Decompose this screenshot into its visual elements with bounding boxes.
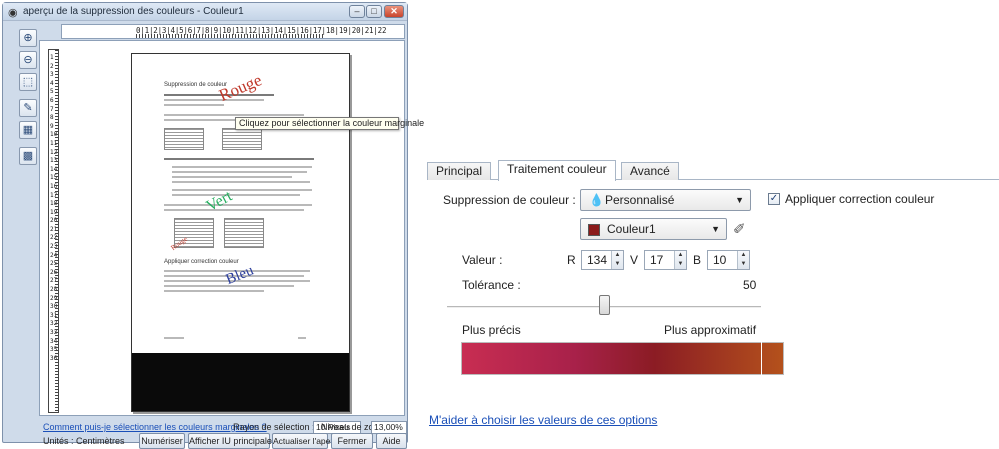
show-main-ui-button[interactable]: Afficher IU principale bbox=[188, 433, 272, 449]
zoom-in-icon[interactable]: ⊕ bbox=[19, 29, 37, 47]
ruler-top-ticks bbox=[136, 34, 324, 38]
preview-canvas[interactable]: 1 2 3 4 5 6 7 8 9 10 11 12 13 14 15 16 1… bbox=[39, 40, 405, 416]
chevron-down-icon: ▼ bbox=[711, 224, 720, 234]
watermark-vert: Vert bbox=[203, 187, 236, 216]
b-spinner[interactable]: 10 ▲ ▼ bbox=[707, 250, 750, 270]
color-removal-dropdown[interactable]: 💧 Personnalisé ▼ bbox=[580, 189, 751, 211]
text-line bbox=[172, 176, 292, 178]
close-button[interactable]: ✕ bbox=[384, 5, 404, 18]
drop-icon: 💧 bbox=[589, 193, 604, 207]
ruler-left: 1 2 3 4 5 6 7 8 9 10 11 12 13 14 15 16 1… bbox=[48, 49, 59, 413]
scan-button[interactable]: Numériser bbox=[139, 433, 185, 449]
tab-advanced[interactable]: Avancé bbox=[621, 162, 679, 180]
color-palette-icon[interactable]: ▩ bbox=[19, 147, 37, 165]
spinner-arrows-icon[interactable]: ▲ ▼ bbox=[737, 251, 749, 269]
color-select-dropdown[interactable]: Couleur1 ▼ bbox=[580, 218, 727, 240]
spinner-arrows-icon[interactable]: ▲ ▼ bbox=[611, 251, 623, 269]
tolerance-value: 50 bbox=[743, 278, 757, 292]
v-value: 17 bbox=[650, 253, 664, 267]
text-line bbox=[164, 114, 304, 116]
text-line bbox=[164, 104, 224, 106]
text-line bbox=[172, 189, 312, 191]
v-label: V bbox=[630, 253, 639, 267]
eye-icon: ◉ bbox=[8, 7, 18, 19]
watermark-rouge-small: Rouge bbox=[169, 234, 189, 252]
precise-label: Plus précis bbox=[462, 323, 521, 337]
screenshot-thumbnail bbox=[224, 218, 264, 248]
refresh-preview-button[interactable]: Actualiser l'aperçu bbox=[272, 433, 342, 449]
tab-color-processing[interactable]: Traitement couleur bbox=[498, 160, 616, 181]
help-button[interactable]: Aide bbox=[376, 433, 407, 449]
settings-panel: Principal Traitement couleur Avancé Supp… bbox=[427, 160, 999, 439]
zoom-fit-icon[interactable]: ⬚ bbox=[19, 73, 37, 91]
maximize-button[interactable]: □ bbox=[366, 5, 382, 18]
color-swatch bbox=[588, 224, 600, 236]
eyedropper-tool-icon[interactable]: ✎ bbox=[19, 99, 37, 117]
page-section-heading: Appliquer correction couleur bbox=[164, 259, 239, 265]
v-spinner[interactable]: 17 ▲ ▼ bbox=[644, 250, 687, 270]
text-line bbox=[172, 171, 307, 173]
apply-correction-label: Appliquer correction couleur bbox=[785, 192, 935, 206]
footer-line bbox=[298, 337, 306, 339]
window-title: aperçu de la suppression des couleurs - … bbox=[23, 6, 244, 17]
r-spinner[interactable]: 134 ▲ ▼ bbox=[581, 250, 624, 270]
text-line bbox=[164, 290, 264, 292]
document-page-preview[interactable]: Suppression de couleur Appliquer correct… bbox=[131, 53, 350, 412]
screenshot-thumbnail bbox=[222, 128, 262, 150]
r-label: R bbox=[567, 253, 576, 267]
tab-bar: Principal Traitement couleur Avancé bbox=[427, 160, 999, 181]
tolerance-label: Tolérance : bbox=[462, 278, 521, 292]
text-line bbox=[164, 158, 314, 160]
chevron-down-icon: ▼ bbox=[735, 195, 744, 205]
text-line bbox=[164, 99, 264, 101]
radius-label: Rayon de sélection : bbox=[233, 422, 315, 432]
apply-correction-checkbox[interactable]: ✓ bbox=[768, 193, 780, 205]
close-window-button[interactable]: Fermer bbox=[331, 433, 373, 449]
color-removal-value: Personnalisé bbox=[605, 193, 675, 207]
color-select-value: Couleur1 bbox=[607, 222, 656, 236]
footer-line bbox=[164, 337, 184, 339]
ruler-left-ticks bbox=[55, 50, 58, 412]
screenshot-thumbnail bbox=[164, 128, 204, 150]
options-help-link[interactable]: M'aider à choisir les valeurs de ces opt… bbox=[429, 413, 657, 427]
text-line bbox=[164, 204, 312, 206]
text-line bbox=[172, 194, 300, 196]
tolerance-color-gradient bbox=[461, 342, 784, 375]
b-value: 10 bbox=[713, 253, 727, 267]
color-removal-label: Suppression de couleur : bbox=[443, 193, 576, 207]
tab-principal[interactable]: Principal bbox=[427, 162, 492, 180]
ruler-top: 0|1|2|3|4|5|6|7|8|9|10|11|12|13|14|15|16… bbox=[61, 24, 405, 39]
black-scan-border bbox=[132, 353, 349, 411]
eyedropper-icon[interactable]: ✐ bbox=[733, 220, 746, 238]
zoom-out-icon[interactable]: ⊖ bbox=[19, 51, 37, 69]
select-color-icon[interactable]: ▦ bbox=[19, 121, 37, 139]
b-label: B bbox=[693, 253, 702, 267]
value-label: Valeur : bbox=[462, 253, 503, 267]
r-value: 134 bbox=[587, 253, 608, 267]
text-line bbox=[164, 209, 304, 211]
approx-label: Plus approximatif bbox=[664, 323, 757, 337]
tolerance-slider-handle[interactable] bbox=[598, 295, 610, 315]
title-bar: ◉ aperçu de la suppression des couleurs … bbox=[3, 3, 407, 21]
divider bbox=[761, 180, 762, 422]
minimize-button[interactable]: – bbox=[349, 5, 365, 18]
text-line bbox=[172, 181, 310, 183]
spinner-arrows-icon[interactable]: ▲ ▼ bbox=[674, 251, 686, 269]
preview-window: ◉ aperçu de la suppression des couleurs … bbox=[2, 2, 424, 449]
tooltip: Cliquez pour sélectionner la couleur mar… bbox=[235, 117, 424, 130]
text-line bbox=[172, 166, 312, 168]
